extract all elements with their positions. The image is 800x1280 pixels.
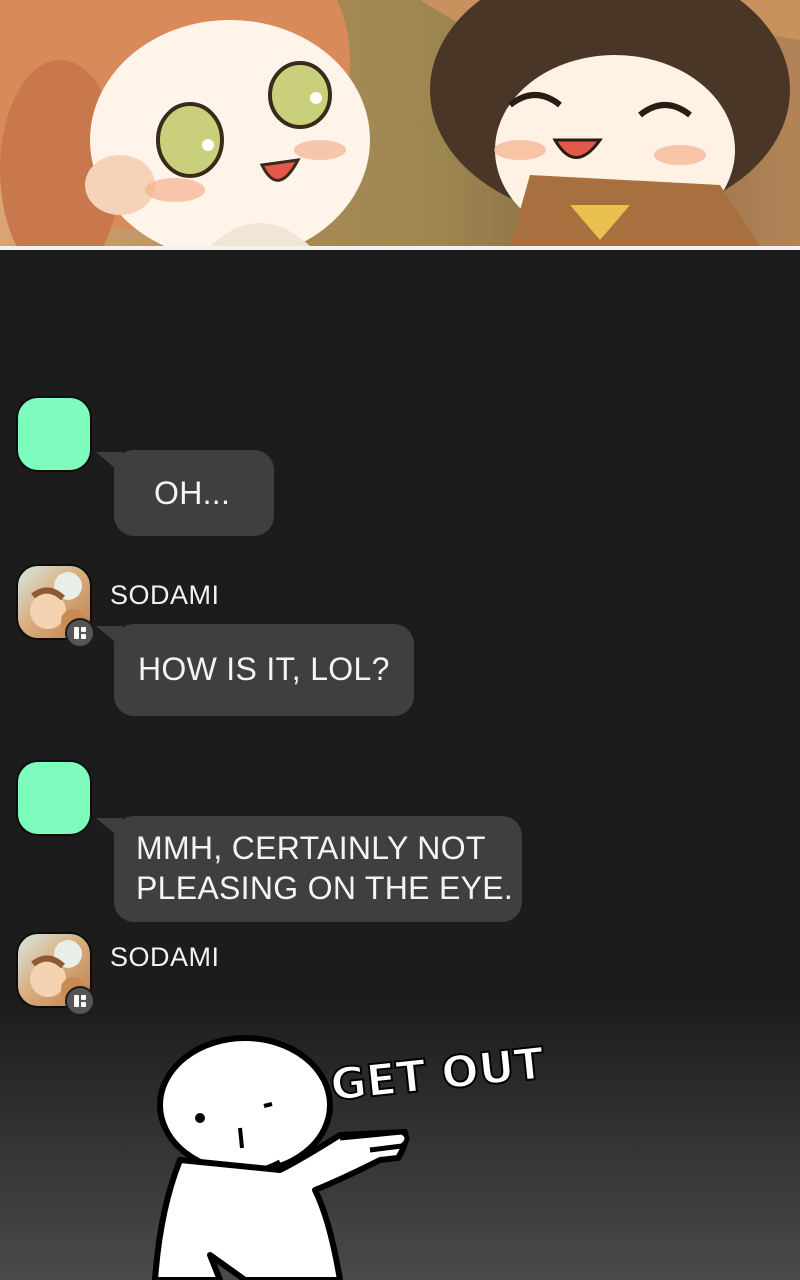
get-out-text: GET OUT	[328, 1038, 547, 1111]
message-text-line: PLEASING ON THE EYE.	[136, 870, 514, 906]
message-text: HOW IS IT, LOL?	[138, 651, 390, 687]
grid-icon	[74, 627, 86, 639]
message-text: OH...	[154, 475, 231, 511]
message-bubble: HOW IS IT, LOL?	[114, 624, 414, 716]
message-bubble: OH...	[114, 450, 274, 536]
mint-avatar-icon[interactable]	[16, 760, 92, 836]
stick-figure-pointing-icon: GET OUT	[152, 1035, 548, 1280]
badge-icon	[65, 618, 95, 648]
comic-panel-illustration	[0, 0, 800, 246]
mint-avatar-icon[interactable]	[16, 396, 92, 472]
sender-name: SODAMI	[110, 580, 220, 610]
message-text-line: MMH, CERTAINLY NOT	[136, 830, 486, 866]
badge-icon	[65, 986, 95, 1016]
message-bubble: MMH, CERTAINLY NOT PLEASING ON THE EYE.	[114, 816, 522, 922]
chibi-characters-illustration	[0, 0, 800, 246]
grid-icon	[74, 995, 86, 1007]
sender-name: SODAMI	[110, 942, 220, 972]
panel-divider	[0, 246, 800, 250]
